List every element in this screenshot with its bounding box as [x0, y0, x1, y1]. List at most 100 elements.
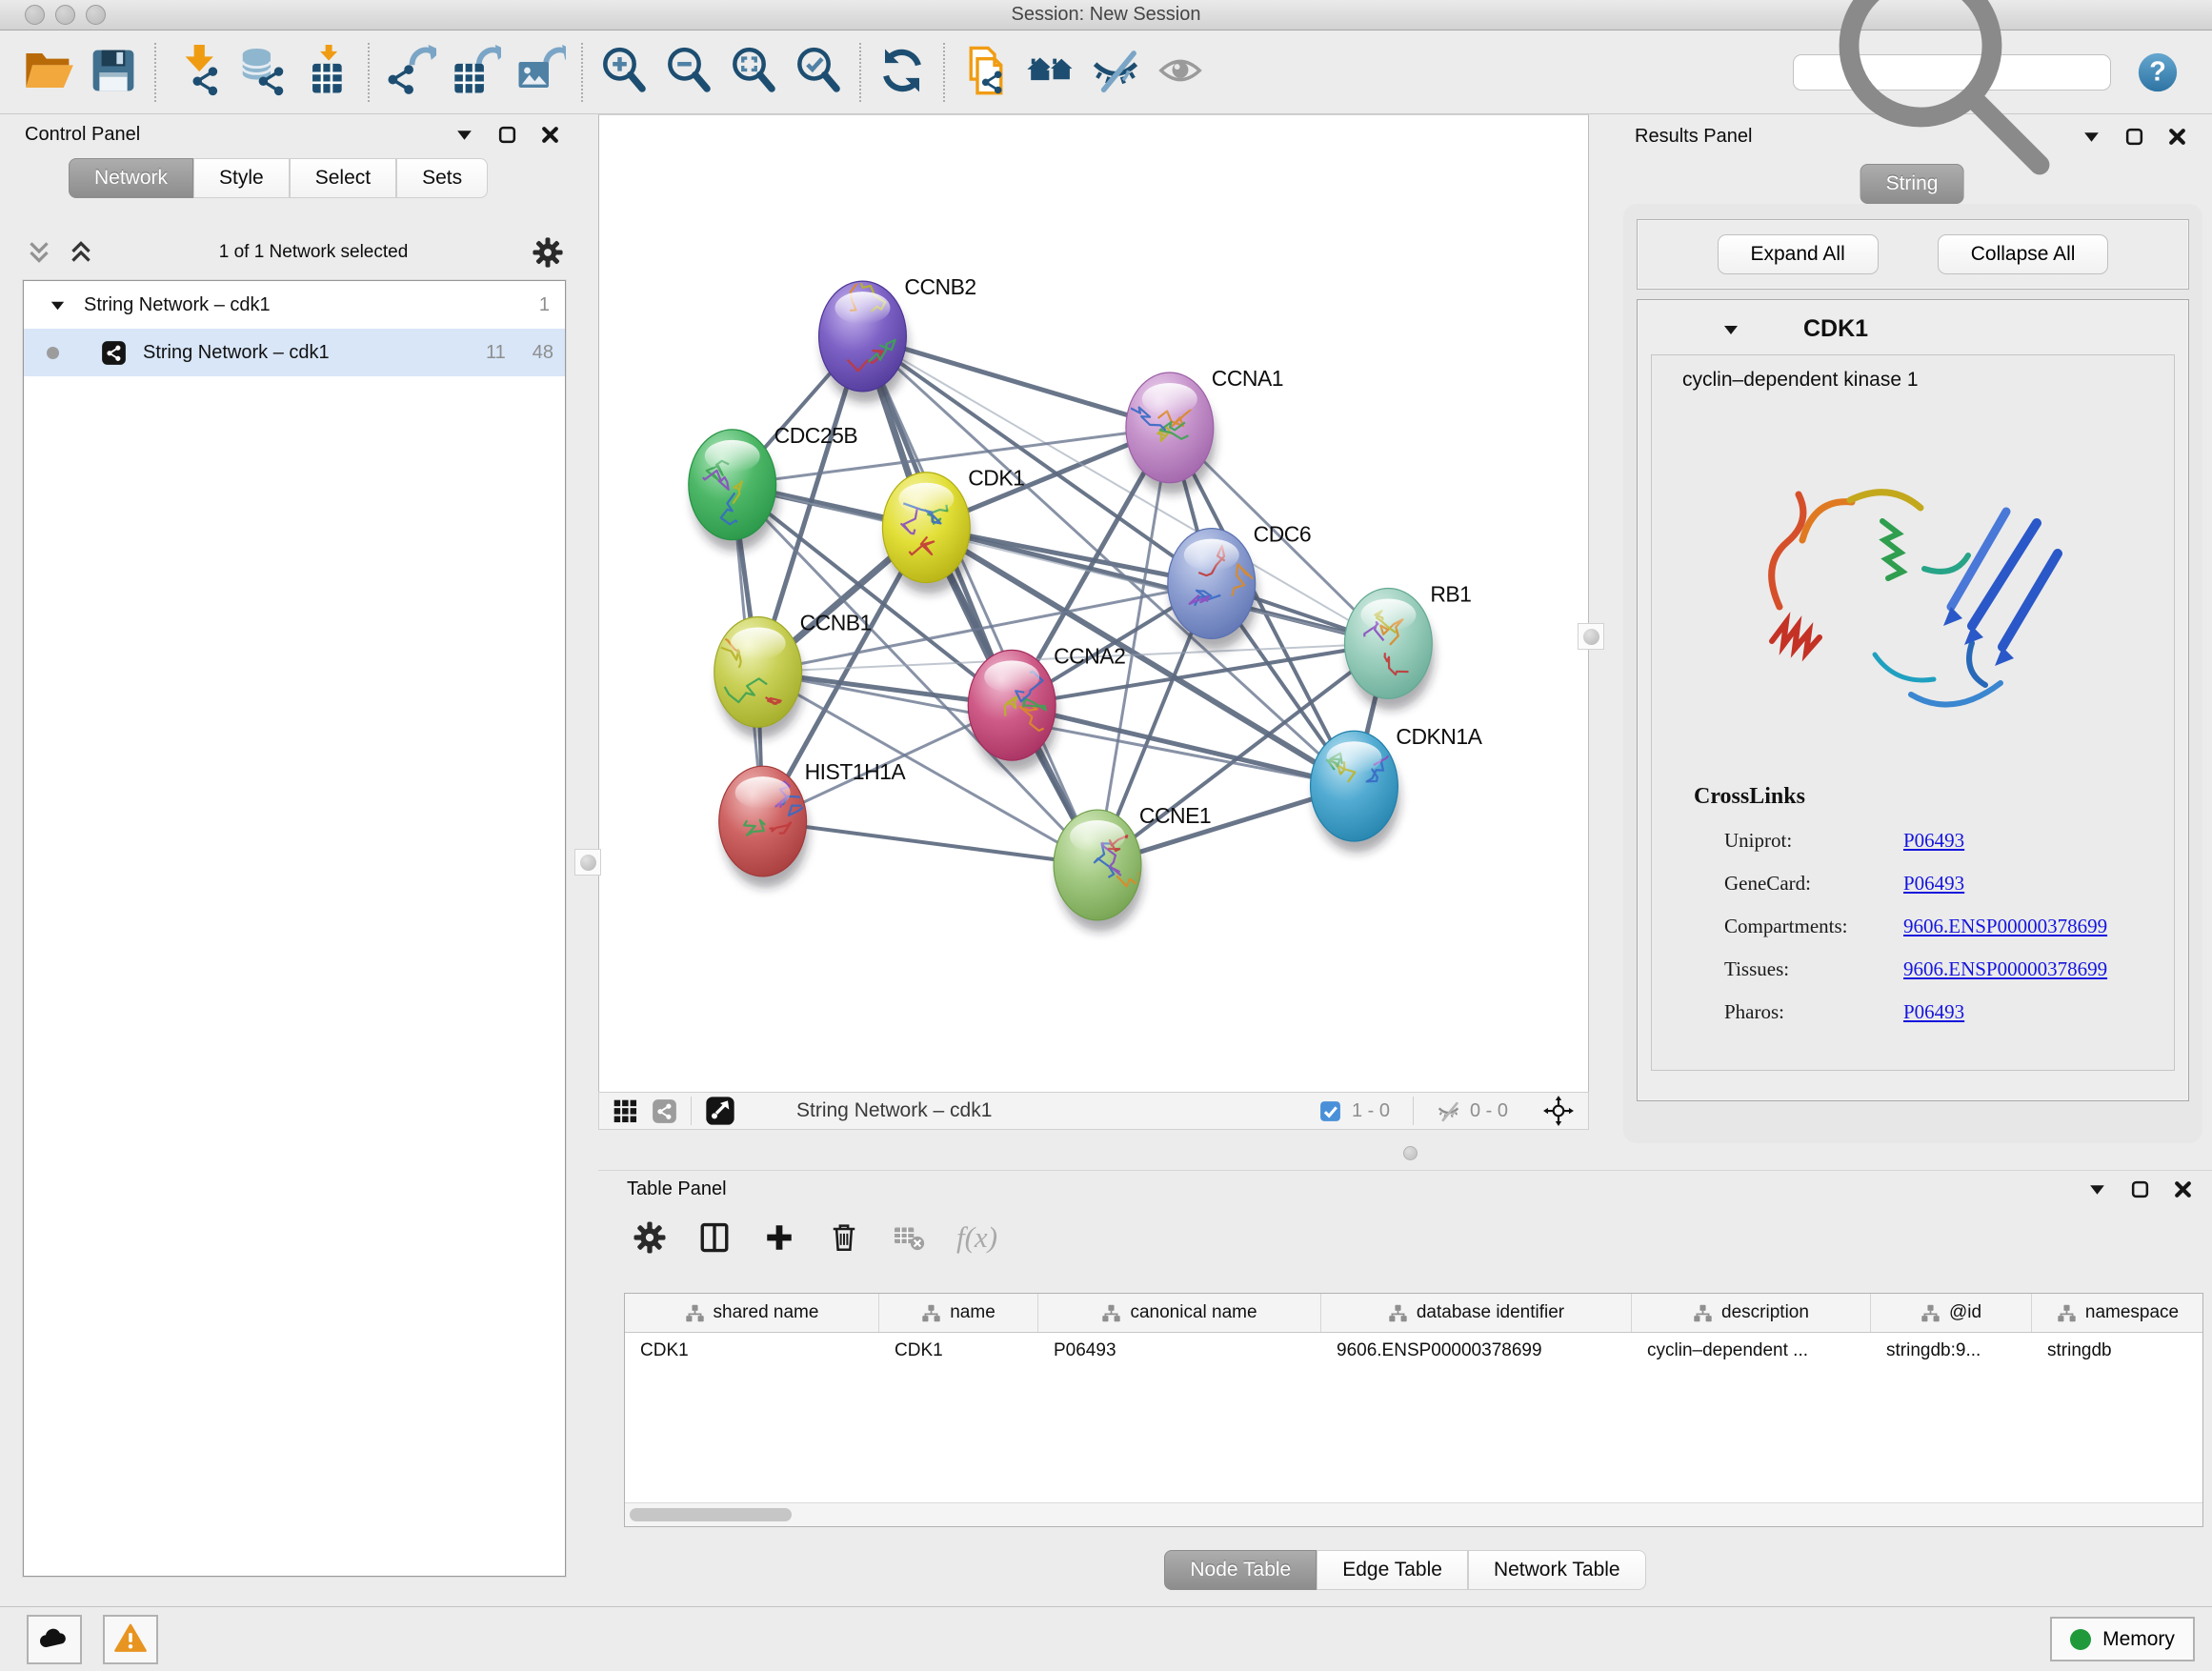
- scrollbar-thumb[interactable]: [630, 1508, 792, 1521]
- delete-column-icon[interactable]: [827, 1220, 861, 1255]
- panel-collapse-icon[interactable]: [2087, 1179, 2107, 1199]
- tab-sets[interactable]: Sets: [396, 158, 488, 198]
- network-node-CCNB2[interactable]: [819, 258, 909, 403]
- collapse-all-button[interactable]: Collapse All: [1938, 234, 2109, 274]
- home-pair-button[interactable]: [1025, 44, 1076, 101]
- eye-gray-button[interactable]: [1155, 44, 1206, 101]
- network-node-CDC6[interactable]: [1168, 529, 1257, 651]
- save-button[interactable]: [88, 44, 139, 101]
- horizontal-splitter-handle[interactable]: [1403, 1146, 1418, 1160]
- panel-close-icon[interactable]: [540, 125, 560, 145]
- tab-network-table[interactable]: Network Table: [1468, 1550, 1646, 1590]
- hide-show-button[interactable]: [1090, 44, 1141, 101]
- network-node-CCNA1[interactable]: [1126, 372, 1216, 494]
- zoom-out-button[interactable]: [663, 44, 714, 101]
- table-horizontal-scrollbar[interactable]: [625, 1502, 2202, 1526]
- crosslink-link[interactable]: 9606.ENSP00000378699: [1903, 957, 2107, 981]
- column-header-database-identifier[interactable]: database identifier: [1321, 1294, 1632, 1332]
- refresh-button[interactable]: [876, 44, 928, 101]
- panel-collapse-icon[interactable]: [2081, 127, 2101, 147]
- tree-expander-icon[interactable]: [49, 296, 67, 314]
- search-box[interactable]: [1793, 54, 2111, 91]
- gene-section-header[interactable]: CDK1: [1638, 300, 2188, 354]
- column-header-description[interactable]: description: [1632, 1294, 1871, 1332]
- birdseye-view-icon[interactable]: [705, 1096, 735, 1126]
- help-button[interactable]: ?: [2136, 50, 2180, 94]
- table-cell[interactable]: CDK1: [625, 1333, 879, 1369]
- search-input[interactable]: [2087, 61, 2102, 83]
- column-header-shared-name[interactable]: shared name: [625, 1294, 879, 1332]
- show-column-icon[interactable]: [697, 1220, 732, 1255]
- network-options-gear-icon[interactable]: [532, 236, 564, 269]
- grid-view-icon[interactable]: [613, 1098, 638, 1124]
- import-table-button[interactable]: [301, 44, 352, 101]
- network-node-RB1[interactable]: [1344, 589, 1434, 711]
- fit-selected-crosshair-icon[interactable]: [1542, 1095, 1575, 1127]
- table-cell[interactable]: cyclin–dependent ...: [1632, 1333, 1871, 1369]
- table-cell[interactable]: P06493: [1038, 1333, 1321, 1369]
- table-cell[interactable]: stringdb: [2032, 1333, 2203, 1369]
- section-expander-icon[interactable]: [1721, 320, 1740, 339]
- network-row-selected[interactable]: String Network – cdk1 11 48: [24, 329, 565, 376]
- warnings-button[interactable]: [103, 1615, 158, 1664]
- table-cell[interactable]: stringdb:9...: [1871, 1333, 2032, 1369]
- expand-all-networks-icon[interactable]: [67, 238, 95, 267]
- network-graph[interactable]: CCNB2CCNA1CDC25BCDK1CDC6RB1CCNB1CCNA2CDK…: [599, 115, 1588, 1092]
- table-options-gear-icon[interactable]: [633, 1220, 667, 1255]
- network-node-CCNA2[interactable]: [968, 650, 1057, 772]
- expand-all-button[interactable]: Expand All: [1718, 234, 1879, 274]
- network-node-CCNB1[interactable]: [711, 616, 803, 738]
- table-cell[interactable]: 9606.ENSP00000378699: [1321, 1333, 1632, 1369]
- network-tree: String Network – cdk1 1 String Network –…: [23, 280, 566, 1577]
- tab-node-table[interactable]: Node Table: [1164, 1550, 1317, 1590]
- network-node-CCNE1[interactable]: [1054, 810, 1145, 932]
- panel-float-icon[interactable]: [2124, 127, 2144, 147]
- tab-edge-table[interactable]: Edge Table: [1317, 1550, 1468, 1590]
- node-table[interactable]: shared namenamecanonical namedatabase id…: [624, 1293, 2203, 1527]
- table-cell[interactable]: CDK1: [879, 1333, 1038, 1369]
- zoom-in-button[interactable]: [598, 44, 650, 101]
- selected-items-checkbox-icon[interactable]: [1318, 1099, 1342, 1123]
- hidden-items-icon[interactable]: [1437, 1099, 1460, 1123]
- tab-style[interactable]: Style: [193, 158, 290, 198]
- left-splitter-handle[interactable]: [574, 849, 601, 876]
- panel-float-icon[interactable]: [497, 125, 517, 145]
- clone-network-button[interactable]: [960, 44, 1012, 101]
- network-node-CDK1[interactable]: [882, 473, 972, 594]
- network-node-CDC25B[interactable]: [689, 430, 778, 552]
- tab-network[interactable]: Network: [69, 158, 193, 198]
- import-network-button[interactable]: [171, 44, 223, 101]
- open-folder-button[interactable]: [23, 44, 74, 101]
- network-collection-row[interactable]: String Network – cdk1 1: [24, 281, 565, 329]
- network-canvas[interactable]: CCNB2CCNA1CDC25BCDK1CDC6RB1CCNB1CCNA2CDK…: [598, 114, 1589, 1092]
- crosslink-link[interactable]: 9606.ENSP00000378699: [1903, 915, 2107, 938]
- crosslink-link[interactable]: P06493: [1903, 872, 1964, 896]
- network-view-icon[interactable]: [652, 1098, 677, 1124]
- network-node-HIST1H1A[interactable]: [719, 766, 809, 888]
- add-column-icon[interactable]: [762, 1220, 796, 1255]
- cloud-button[interactable]: [27, 1615, 82, 1664]
- export-network-button[interactable]: [385, 44, 436, 101]
- panel-close-icon[interactable]: [2173, 1179, 2193, 1199]
- export-image-button[interactable]: [514, 44, 566, 101]
- zoom-selected-button[interactable]: [793, 44, 844, 101]
- column-header-namespace[interactable]: namespace: [2032, 1294, 2203, 1332]
- column-header-name[interactable]: name: [879, 1294, 1038, 1332]
- panel-float-icon[interactable]: [2130, 1179, 2150, 1199]
- column-header-canonical-name[interactable]: canonical name: [1038, 1294, 1321, 1332]
- column-header-@id[interactable]: @id: [1871, 1294, 2032, 1332]
- tab-string[interactable]: String: [1860, 164, 1964, 204]
- zoom-fit-button[interactable]: [728, 44, 779, 101]
- crosslink-link[interactable]: P06493: [1903, 829, 1964, 853]
- right-splitter-handle[interactable]: [1578, 623, 1604, 650]
- crosslink-link[interactable]: P06493: [1903, 1000, 1964, 1024]
- table-row[interactable]: CDK1CDK1P064939606.ENSP00000378699cyclin…: [625, 1333, 2202, 1369]
- panel-close-icon[interactable]: [2167, 127, 2187, 147]
- memory-button[interactable]: Memory: [2050, 1617, 2195, 1661]
- tab-select[interactable]: Select: [290, 158, 396, 198]
- import-database-button[interactable]: [236, 44, 288, 101]
- network-node-CDKN1A[interactable]: [1311, 731, 1405, 853]
- export-table-button[interactable]: [450, 44, 501, 101]
- panel-collapse-icon[interactable]: [454, 125, 474, 145]
- collapse-all-networks-icon[interactable]: [25, 238, 53, 267]
